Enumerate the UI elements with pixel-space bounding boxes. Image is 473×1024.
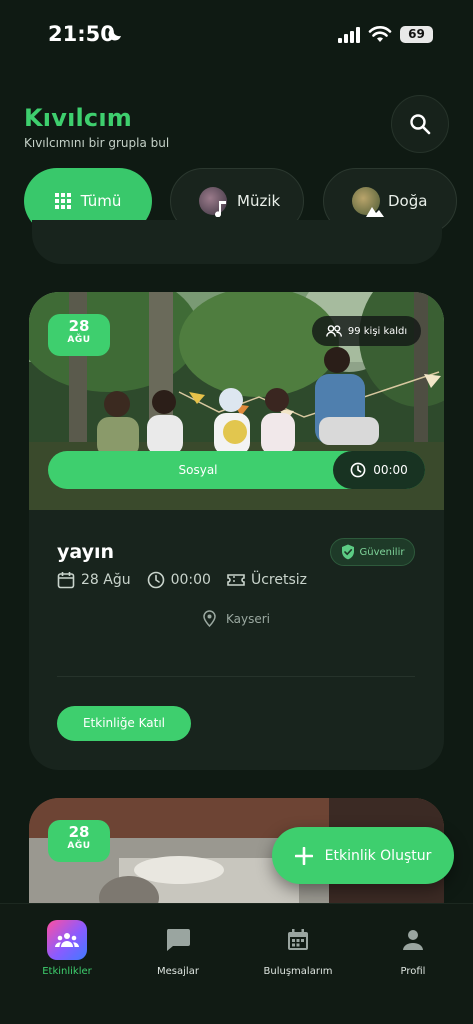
event-meta-row: 28 Ağu 00:00 Ücretsiz [57, 570, 323, 590]
event-location: Kayseri [29, 610, 444, 627]
spots-left-text: 99 kişi kaldı [347, 325, 408, 337]
time-pill-text: 00:00 [373, 463, 408, 477]
location-text: Kayseri [225, 611, 270, 626]
search-icon [410, 114, 431, 135]
meta-time: 00:00 [147, 571, 211, 589]
status-bar: 21:50 69 [0, 0, 473, 70]
moon-icon [108, 28, 121, 41]
app-subtitle: Kıvılcımını bir grupla bul [24, 136, 170, 150]
nav-profile-label: Profil [400, 966, 426, 977]
calendar-icon [288, 929, 308, 950]
calendar-icon [57, 572, 75, 589]
chat-icon [166, 929, 190, 951]
next-date-month: AĞU [67, 841, 91, 851]
join-event-button[interactable]: Etkinliğe Katıl [57, 706, 191, 741]
mountain-icon [366, 207, 384, 217]
category-bar: Sosyal 00:00 [48, 451, 425, 489]
card-divider [57, 676, 415, 677]
group-icon [55, 933, 79, 947]
signal-icon [338, 27, 360, 43]
grid-icon [54, 193, 71, 209]
event-photo: 28 AĞU 99 kişi kaldı Sosyal 00:00 [29, 292, 444, 510]
create-event-button[interactable]: Etkinlik Oluştur [272, 827, 454, 884]
meta-price: Ücretsiz [227, 572, 307, 588]
clock-icon [147, 571, 164, 589]
nav-profile[interactable]: Profil [363, 920, 463, 977]
event-title: yayın [57, 541, 115, 563]
category-label: Sosyal [178, 463, 218, 477]
chip-nature-label: Doğa [388, 192, 428, 210]
chip-all-label: Tümü [80, 192, 122, 210]
clock-icon [350, 462, 366, 478]
previous-card-edge [32, 220, 442, 264]
nav-messages-icon-wrap [158, 920, 198, 960]
date-month: AĞU [67, 335, 91, 345]
meta-date-text: 28 Ağu [81, 572, 131, 588]
bottom-nav: Etkinlikler Mesajlar Buluşmalarım Profil [0, 903, 473, 1024]
nav-messages[interactable]: Mesajlar [128, 920, 228, 977]
meta-price-text: Ücretsiz [250, 572, 307, 588]
nature-thumbnail [352, 187, 384, 217]
create-event-label: Etkinlik Oluştur [324, 847, 432, 864]
location-pin-icon [203, 610, 216, 627]
ticket-icon [227, 574, 245, 586]
next-date-badge: 28 AĞU [48, 820, 110, 862]
music-thumbnail [199, 187, 227, 217]
event-card[interactable]: 28 AĞU 99 kişi kaldı Sosyal 00:00 yayın … [29, 292, 444, 770]
next-date-day: 28 [68, 823, 90, 841]
date-day: 28 [68, 317, 90, 335]
battery-indicator: 69 [400, 26, 433, 43]
people-icon [325, 325, 342, 337]
nav-meetups-icon-wrap [278, 920, 318, 960]
time-pill: 00:00 [333, 451, 425, 489]
trusted-badge: Güvenilir [330, 538, 415, 566]
nav-meetups[interactable]: Buluşmalarım [248, 920, 348, 977]
nav-meetups-label: Buluşmalarım [263, 966, 333, 977]
person-icon [403, 930, 423, 950]
status-time: 21:50 [48, 22, 115, 46]
date-badge: 28 AĞU [48, 314, 110, 356]
spots-left-badge: 99 kişi kaldı [312, 316, 421, 346]
app-title: Kıvılcım [24, 104, 132, 132]
meta-date: 28 Ağu [57, 571, 131, 589]
search-button[interactable] [391, 95, 449, 153]
nav-events-icon-wrap [47, 920, 87, 960]
chip-music-label: Müzik [237, 192, 281, 210]
wifi-icon [368, 26, 392, 42]
nav-events[interactable]: Etkinlikler [17, 920, 117, 977]
plus-icon [294, 846, 313, 865]
nav-profile-icon-wrap [393, 920, 433, 960]
nav-messages-label: Mesajlar [157, 966, 199, 977]
nav-events-label: Etkinlikler [42, 966, 92, 977]
meta-time-text: 00:00 [170, 572, 211, 588]
shield-check-icon [341, 544, 354, 560]
trusted-label: Güvenilir [359, 546, 405, 558]
music-note-icon [215, 201, 226, 217]
